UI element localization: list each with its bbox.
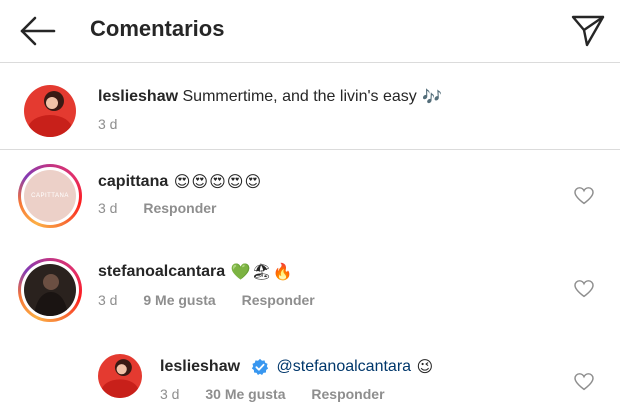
heart-icon[interactable] — [574, 373, 594, 391]
heart-eyes-emoji: 😍 — [244, 174, 262, 191]
reply-button[interactable]: Responder — [143, 200, 216, 216]
reply-item: leslieshaw @stefanoalcantara 😉 3 d 30 Me… — [0, 334, 620, 420]
share-button[interactable] — [570, 12, 606, 48]
comment-item: CAPITTANA capittana 😍😍😍😍😍 3 d Responder — [0, 150, 620, 242]
wink-emoji: 😉 — [416, 359, 434, 376]
fire-emoji: 🔥 — [272, 264, 293, 281]
likes-count[interactable]: 30 Me gusta — [205, 386, 285, 402]
green-heart-emoji: 💚 — [230, 264, 251, 281]
header-bar: Comentarios — [0, 0, 620, 63]
avatar-photo-icon — [24, 85, 76, 137]
comment-item: stefanoalcantara 💚🏖🔥 3 d 9 Me gusta Resp… — [0, 242, 620, 334]
caption-time: 3 d — [98, 116, 118, 132]
caption-text: Summertime, and the livin's easy — [182, 88, 417, 106]
avatar-logo-text: CAPITTANA — [31, 193, 69, 199]
avatar: CAPITTANA — [24, 170, 76, 222]
music-notes-icon: 🎶 — [422, 89, 443, 106]
reply-button[interactable]: Responder — [311, 386, 384, 402]
avatar — [24, 264, 76, 316]
heart-icon[interactable] — [574, 187, 594, 205]
arrow-left-icon — [20, 16, 56, 46]
avatar[interactable] — [98, 354, 142, 398]
avatar[interactable] — [24, 85, 76, 137]
heart-eyes-emoji: 😍 — [209, 174, 226, 191]
heart-icon[interactable] — [574, 280, 594, 298]
comment-time: 3 d — [98, 292, 118, 308]
heart-eyes-emoji: 😍 — [191, 174, 209, 191]
heart-eyes-emoji: 😍 — [226, 174, 244, 191]
reply-username[interactable]: leslieshaw — [160, 358, 240, 375]
reply-time: 3 d — [160, 386, 180, 402]
post-caption: leslieshaw Summertime, and the livin's e… — [0, 63, 620, 150]
comment-time: 3 d — [98, 200, 118, 216]
story-ring[interactable] — [18, 258, 82, 322]
avatar-photo-icon — [98, 354, 142, 398]
page-title: Comentarios — [90, 16, 225, 41]
reply-button[interactable]: Responder — [242, 292, 315, 308]
likes-count[interactable]: 9 Me gusta — [143, 292, 215, 308]
heart-eyes-emoji: 😍 — [173, 174, 191, 191]
comment-username[interactable]: capittana — [98, 173, 168, 190]
paper-plane-icon — [571, 15, 605, 47]
beach-emoji: 🏖 — [251, 264, 272, 281]
comment-username[interactable]: stefanoalcantara — [98, 263, 225, 280]
mention-link[interactable]: @stefanoalcantara — [277, 358, 412, 375]
story-ring[interactable]: CAPITTANA — [18, 164, 82, 228]
back-button[interactable] — [18, 14, 58, 48]
avatar-photo-icon — [24, 264, 76, 316]
verified-badge-icon — [251, 358, 268, 376]
caption-username[interactable]: leslieshaw — [98, 88, 178, 105]
